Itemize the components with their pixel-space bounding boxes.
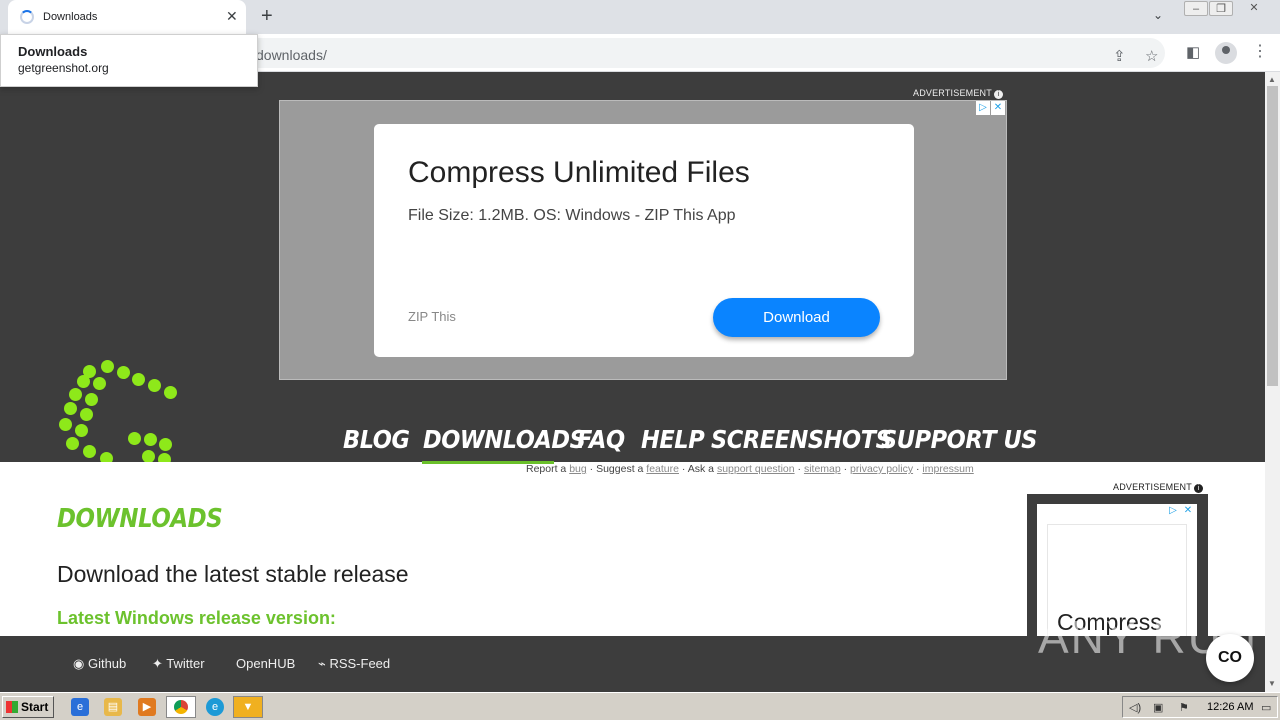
loading-spinner-icon	[20, 10, 34, 24]
chrome-taskbar-button[interactable]	[166, 696, 196, 718]
network-icon[interactable]: ▣	[1153, 701, 1163, 714]
top-advertisement[interactable]: ▷ ✕ Compress Unlimited Files File Size: …	[279, 100, 1007, 380]
new-tab-button[interactable]: +	[261, 5, 273, 28]
subnav-link-impressum[interactable]: impressum	[922, 463, 973, 475]
ad-title: Compress Unlimited Files	[408, 156, 750, 189]
scrollbar-thumb[interactable]	[1267, 86, 1278, 386]
ad-card[interactable]: Compress Unlimited Files File Size: 1.2M…	[374, 124, 914, 357]
tab-search-chevron-icon[interactable]: ⌄	[1153, 8, 1163, 22]
minimize-button[interactable]: –	[1184, 1, 1208, 16]
greenshot-taskbar-button[interactable]: ▼	[233, 696, 263, 718]
ad-info-icon: i	[993, 90, 1003, 99]
address-url[interactable]: downloads/	[256, 47, 327, 63]
start-button[interactable]: Start	[2, 696, 54, 718]
tab-close-icon[interactable]: ✕	[226, 8, 238, 25]
ad-description: File Size: 1.2MB. OS: Windows - ZIP This…	[408, 207, 736, 224]
scroll-up-arrow-icon[interactable]: ▲	[1268, 75, 1276, 84]
nav-blog[interactable]: BLOG	[343, 425, 410, 454]
show-desktop-icon[interactable]: ▭	[1261, 701, 1271, 714]
nav-downloads[interactable]: DOWNLOADS	[423, 425, 586, 454]
bookmark-star-icon[interactable]: ☆	[1145, 47, 1158, 65]
github-icon: ◉	[73, 656, 85, 671]
system-tray: ◁) ▣ ⚑ 12:26 AM ▭	[1122, 696, 1278, 718]
ie-icon[interactable]: e	[71, 698, 89, 716]
subnav-link-privacy-policy[interactable]: privacy policy	[850, 463, 913, 475]
subnav-text-report: Report a	[526, 463, 567, 475]
footer-twitter-link[interactable]: ✦ Twitter	[152, 656, 205, 672]
adchoices-icon[interactable]: ▷	[976, 101, 990, 115]
footer-rss-link[interactable]: ⌁ RSS-Feed	[318, 656, 390, 672]
browser-menu-icon[interactable]: ⋮	[1252, 41, 1268, 61]
subnav-link-sitemap[interactable]: sitemap	[804, 463, 841, 475]
windows-logo-icon	[6, 701, 18, 713]
nav-faq[interactable]: FAQ	[577, 425, 625, 454]
ad-download-button[interactable]: Download	[713, 298, 880, 337]
windows-taskbar: Start e ▤ ▶ e ▼ ◁) ▣ ⚑ 12:26 AM ▭	[0, 692, 1280, 720]
subnav-link-feature[interactable]: feature	[646, 463, 679, 475]
browser-tab[interactable]: Downloads ✕	[8, 0, 246, 34]
footer-openhub-link[interactable]: OpenHUB	[236, 656, 295, 671]
web-page: ADVERTISEMENT i ▷ ✕ Compress Unlimited Fi…	[0, 72, 1265, 692]
subnav-link-support-question[interactable]: support question	[717, 463, 795, 475]
subnav-text-ask: Ask a	[687, 463, 715, 475]
clock: 12:26 AM	[1207, 701, 1254, 713]
twitter-icon: ✦	[152, 656, 163, 671]
ad-label-side: ADVERTISEMENT i	[1113, 482, 1203, 493]
tab-strip: Downloads ✕ + ⌄ – ❐ ✕	[0, 0, 1280, 34]
sub-navigation: Report a bug · Suggest a feature · Ask a…	[526, 463, 974, 475]
ad-close-icon[interactable]: ✕	[991, 101, 1005, 115]
flag-icon[interactable]: ⚑	[1179, 701, 1189, 714]
profile-avatar-icon[interactable]	[1215, 42, 1237, 64]
nav-screenshots[interactable]: SCREENSHOTS	[711, 425, 892, 454]
popup-title: Downloads	[18, 44, 88, 59]
nav-support-us[interactable]: SUPPORT US	[881, 425, 1038, 454]
edge-icon[interactable]: e	[206, 698, 224, 716]
scroll-down-arrow-icon[interactable]: ▼	[1268, 679, 1276, 688]
share-icon[interactable]: ⇪	[1113, 47, 1126, 65]
nav-help[interactable]: HELP	[641, 425, 705, 454]
greenshot-logo[interactable]	[56, 360, 186, 462]
section-heading: Download the latest stable release	[57, 561, 409, 587]
side-ad-close-icon[interactable]: ✕	[1181, 504, 1195, 518]
side-adchoices-icon[interactable]: ▷	[1166, 504, 1180, 518]
start-label: Start	[21, 700, 49, 714]
tab-title: Downloads	[43, 11, 98, 23]
subnav-link-bug[interactable]: bug	[569, 463, 587, 475]
subnav-text-suggest: Suggest a	[596, 463, 644, 475]
window-close-button[interactable]: ✕	[1242, 1, 1266, 16]
side-panel-icon[interactable]: ◧	[1186, 43, 1200, 61]
ad-brand: ZIP This	[408, 309, 456, 324]
ad-info-icon: i	[1193, 484, 1203, 493]
popup-domain: getgreenshot.org	[18, 61, 109, 75]
chrome-icon	[174, 700, 188, 715]
ad-label-top: ADVERTISEMENT i	[913, 88, 1003, 99]
rss-icon: ⌁	[318, 656, 326, 671]
windows-release-heading: Latest Windows release version:	[57, 608, 336, 628]
volume-icon[interactable]: ◁)	[1129, 701, 1141, 714]
header-banner: ADVERTISEMENT i ▷ ✕ Compress Unlimited Fi…	[0, 72, 1265, 462]
maximize-button[interactable]: ❐	[1209, 1, 1233, 16]
page-title: DOWNLOADS	[57, 504, 223, 534]
folder-icon[interactable]: ▤	[104, 698, 122, 716]
media-player-icon[interactable]: ▶	[138, 698, 156, 716]
footer-github-link[interactable]: ◉ Github	[73, 656, 126, 672]
co-floating-button[interactable]: CO	[1206, 634, 1254, 682]
downloads-popup[interactable]: Downloads getgreenshot.org	[0, 34, 258, 87]
